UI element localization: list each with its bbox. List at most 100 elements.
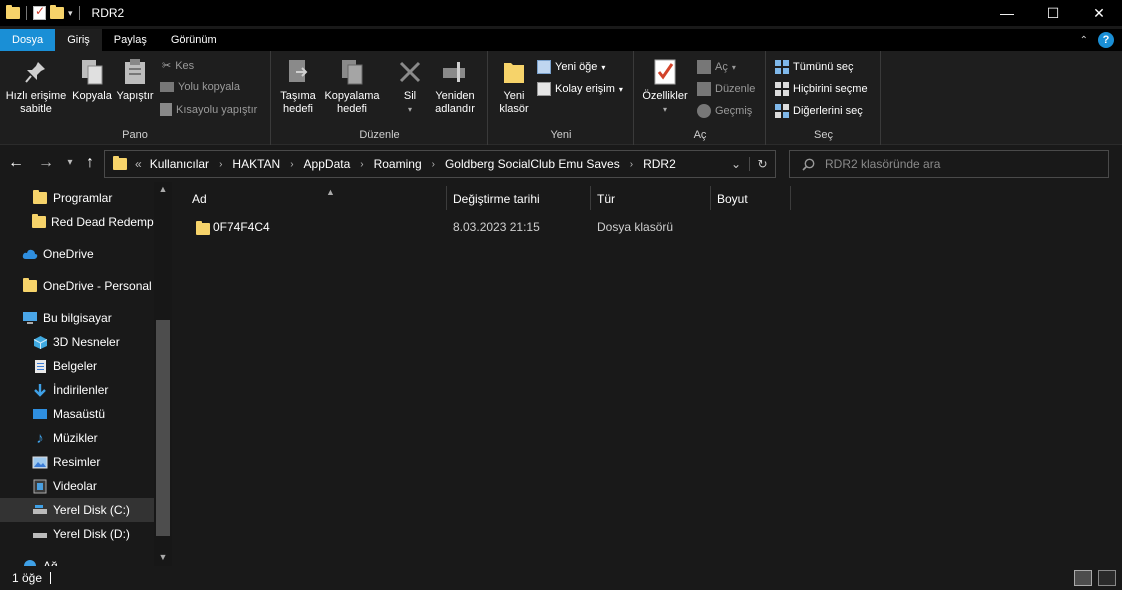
- nav-item-programlar[interactable]: Programlar: [0, 186, 154, 210]
- nav-item-onedrive-personal[interactable]: OneDrive - Personal: [0, 274, 154, 298]
- sort-ascending-icon: ▲: [326, 187, 335, 197]
- address-dropdown-icon[interactable]: ⌄: [723, 157, 749, 171]
- nav-item-network[interactable]: Ağ: [0, 554, 154, 566]
- nav-item-local-disk-c[interactable]: Yerel Disk (C:): [0, 498, 154, 522]
- breadcrumb-roaming[interactable]: Roaming: [374, 157, 422, 171]
- customize-toolbar-arrow-icon[interactable]: ▾: [68, 8, 73, 19]
- new-item-button[interactable]: Yeni öğe ▾: [537, 60, 605, 74]
- help-icon[interactable]: ?: [1098, 32, 1114, 48]
- nav-item-desktop[interactable]: Masaüstü: [0, 402, 154, 426]
- address-bar[interactable]: « Kullanıcılar › HAKTAN › AppData › Roam…: [104, 150, 776, 178]
- minimize-button[interactable]: —: [984, 0, 1030, 26]
- new-folder-icon[interactable]: [50, 5, 64, 19]
- paste-icon: [121, 57, 149, 87]
- copy-to-button[interactable]: Kopyalama hedefi: [322, 57, 382, 116]
- nav-item-documents[interactable]: Belgeler: [0, 354, 154, 378]
- large-icons-view-icon[interactable]: [1098, 570, 1116, 586]
- cut-button[interactable]: ✂ Kes: [162, 59, 194, 73]
- invert-selection-button[interactable]: Diğerlerini seç: [775, 104, 863, 118]
- recent-locations-chevron-icon[interactable]: ▾: [60, 157, 80, 168]
- breadcrumb-separator-icon[interactable]: ›: [630, 159, 633, 170]
- nav-item-this-pc[interactable]: Bu bilgisayar: [0, 306, 154, 330]
- breadcrumb-separator-icon[interactable]: ›: [219, 159, 222, 170]
- column-header-type[interactable]: Tür: [591, 186, 711, 212]
- copy-label: Kopyala: [72, 90, 112, 102]
- new-folder-button[interactable]: Yeni klasör: [493, 57, 535, 116]
- scroll-down-arrow-icon[interactable]: ▼: [154, 552, 172, 562]
- edit-button[interactable]: Düzenle: [697, 82, 755, 96]
- easy-access-button[interactable]: Kolay erişim ▾: [537, 82, 623, 96]
- folder-icon: [196, 221, 210, 235]
- forward-arrow-icon[interactable]: →: [36, 154, 56, 172]
- column-header-name[interactable]: Ad ▲: [186, 186, 446, 212]
- nav-item-local-disk-d[interactable]: Yerel Disk (D:): [0, 522, 154, 546]
- nav-item-music[interactable]: ♪ Müzikler: [0, 426, 154, 450]
- nav-item-pictures[interactable]: Resimler: [0, 450, 154, 474]
- file-row[interactable]: 0F74F4C4 8.03.2023 21:15 Dosya klasörü: [192, 216, 792, 238]
- status-bar: 1 öğe: [0, 566, 1122, 590]
- column-header-size[interactable]: Boyut: [711, 186, 791, 212]
- properties-icon[interactable]: [33, 4, 46, 20]
- open-button[interactable]: Aç ▾: [697, 60, 736, 74]
- delete-label: Sil: [403, 90, 417, 102]
- desktop-icon: [32, 406, 48, 422]
- invert-selection-label: Diğerlerini seç: [793, 105, 863, 117]
- copy-button[interactable]: Kopyala: [70, 57, 114, 103]
- select-all-button[interactable]: Tümünü seç: [775, 60, 854, 74]
- paste-shortcut-button[interactable]: Kısayolu yapıştır: [160, 103, 257, 116]
- close-button[interactable]: ✕: [1076, 0, 1122, 26]
- nav-item-onedrive[interactable]: OneDrive: [0, 242, 154, 266]
- tab-home[interactable]: Giriş: [55, 29, 102, 51]
- download-icon: [32, 382, 48, 398]
- column-header-date[interactable]: Değiştirme tarihi: [447, 186, 591, 212]
- navigation-pane: Programlar Red Dead Redempti OneDrive On…: [0, 182, 172, 566]
- delete-button[interactable]: Sil ▾: [388, 57, 432, 116]
- rename-button[interactable]: Yeniden adlandır: [430, 57, 480, 116]
- scroll-thumb[interactable]: [156, 320, 170, 536]
- breadcrumb-users[interactable]: Kullanıcılar: [150, 157, 209, 171]
- breadcrumb-separator-icon[interactable]: ›: [360, 159, 363, 170]
- nav-item-3d-objects[interactable]: 3D Nesneler: [0, 330, 154, 354]
- nav-item-downloads[interactable]: İndirilenler: [0, 378, 154, 402]
- breadcrumb-separator-icon[interactable]: ›: [432, 159, 435, 170]
- folder-icon[interactable]: [6, 5, 20, 19]
- scissors-icon: ✂: [162, 60, 172, 72]
- nav-item-red-dead[interactable]: Red Dead Redempti: [0, 210, 160, 234]
- tab-view[interactable]: Görünüm: [159, 29, 229, 51]
- nav-label: Videolar: [53, 479, 97, 493]
- breadcrumb-goldberg[interactable]: Goldberg SocialClub Emu Saves: [445, 157, 620, 171]
- back-arrow-icon[interactable]: ←: [6, 154, 26, 172]
- file-modified: 8.03.2023 21:15: [453, 220, 540, 234]
- toolbar-divider: [26, 6, 27, 20]
- history-button[interactable]: Geçmiş: [697, 104, 752, 118]
- document-icon: [32, 358, 48, 374]
- collapse-ribbon-icon[interactable]: ⌃: [1080, 35, 1088, 46]
- nav-item-videos[interactable]: Videolar: [0, 474, 154, 498]
- paste-button[interactable]: Yapıştır: [114, 57, 156, 103]
- breadcrumb-appdata[interactable]: AppData: [304, 157, 351, 171]
- scroll-up-arrow-icon[interactable]: ▲: [154, 184, 172, 194]
- properties-button[interactable]: Özellikler ▾: [639, 57, 691, 116]
- toolbar-divider: [78, 6, 80, 20]
- nav-scrollbar[interactable]: ▲ ▼: [154, 182, 172, 566]
- pin-quick-access-button[interactable]: Hızlı erişime sabitle: [4, 57, 68, 116]
- select-none-button[interactable]: Hiçbirini seçme: [775, 82, 868, 96]
- address-overflow[interactable]: «: [135, 157, 142, 171]
- breadcrumb-user[interactable]: HAKTAN: [232, 157, 280, 171]
- copy-path-button[interactable]: Yolu kopyala: [160, 81, 240, 93]
- tab-file[interactable]: Dosya: [0, 29, 56, 51]
- refresh-icon[interactable]: ↻: [749, 157, 775, 171]
- breadcrumb-separator-icon[interactable]: ›: [290, 159, 293, 170]
- group-label-clipboard: Pano: [122, 129, 148, 141]
- maximize-button[interactable]: ☐: [1030, 0, 1076, 26]
- search-box[interactable]: RDR2 klasöründe ara: [789, 150, 1109, 178]
- nav-label: Ağ: [43, 559, 58, 566]
- breadcrumb-rdr2[interactable]: RDR2: [643, 157, 676, 171]
- up-arrow-icon[interactable]: ↑: [80, 154, 100, 172]
- video-icon: [32, 478, 48, 494]
- column-divider[interactable]: [790, 186, 791, 210]
- details-view-icon[interactable]: [1074, 570, 1092, 586]
- move-to-button[interactable]: Taşıma hedefi: [276, 57, 320, 116]
- view-toggle: [1074, 570, 1116, 586]
- tab-share[interactable]: Paylaş: [102, 29, 159, 51]
